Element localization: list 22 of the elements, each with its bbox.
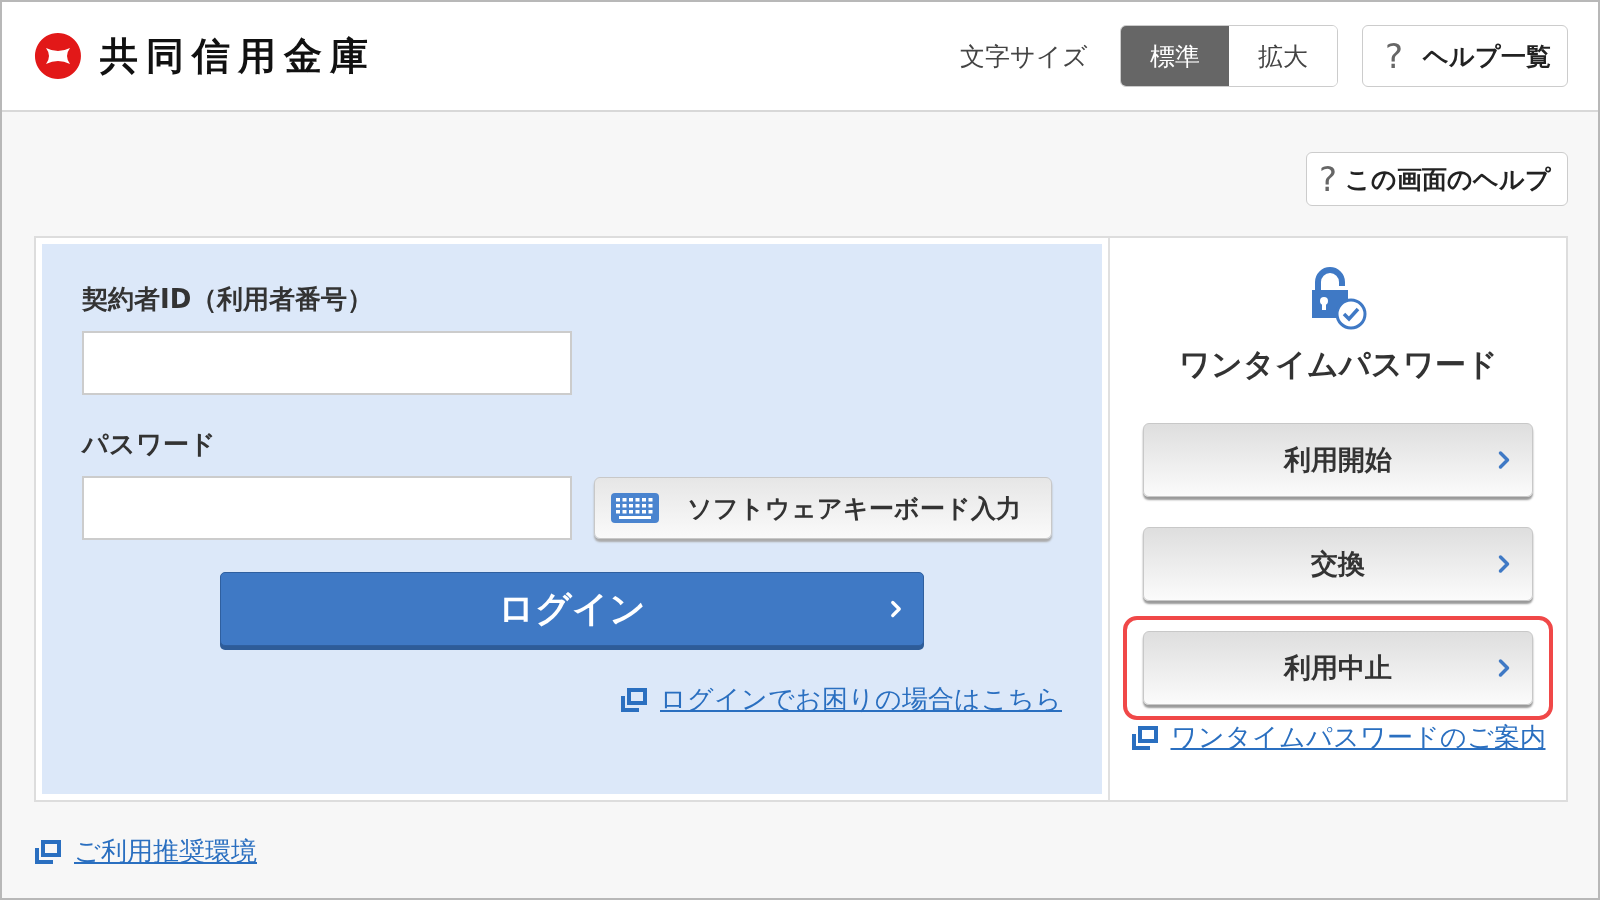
contract-id-field[interactable] [82, 331, 572, 395]
one-time-password-button[interactable]: 利用中止 [1143, 631, 1533, 705]
contract-id-label: 契約者ID（利用者番号） [82, 283, 375, 316]
software-keyboard-button[interactable]: ソフトウェアキーボード入力 [594, 477, 1052, 539]
one-time-password-title: ワンタイムパスワード [1178, 345, 1498, 384]
help-list-button[interactable]: ? ヘルプ一覧 [1361, 25, 1568, 87]
recommended-environment-link[interactable]: ご利用推奨環境 [74, 834, 257, 869]
one-time-password-button[interactable]: 交換 [1143, 527, 1533, 601]
logo-icon [32, 30, 84, 82]
password-label: パスワード [82, 428, 217, 461]
one-time-password-guide-link[interactable]: ワンタイムパスワードのご案内 [1170, 720, 1546, 755]
keyboard-icon [611, 493, 659, 523]
password-field[interactable] [82, 476, 572, 540]
screen-help-button[interactable]: ? この画面のヘルプ [1305, 152, 1568, 206]
login-help-link[interactable]: ログインでお困りの場合はこちら [660, 682, 1062, 717]
logo-text: 共同信用金庫 [100, 31, 376, 80]
external-window-icon [620, 686, 648, 713]
font-size-label: 文字サイズ [959, 40, 1088, 73]
one-time-password-button[interactable]: 利用開始 [1143, 423, 1533, 497]
external-window-icon [1130, 724, 1159, 751]
external-window-icon [34, 838, 62, 865]
font-size-option[interactable]: 標準 [1120, 26, 1229, 86]
